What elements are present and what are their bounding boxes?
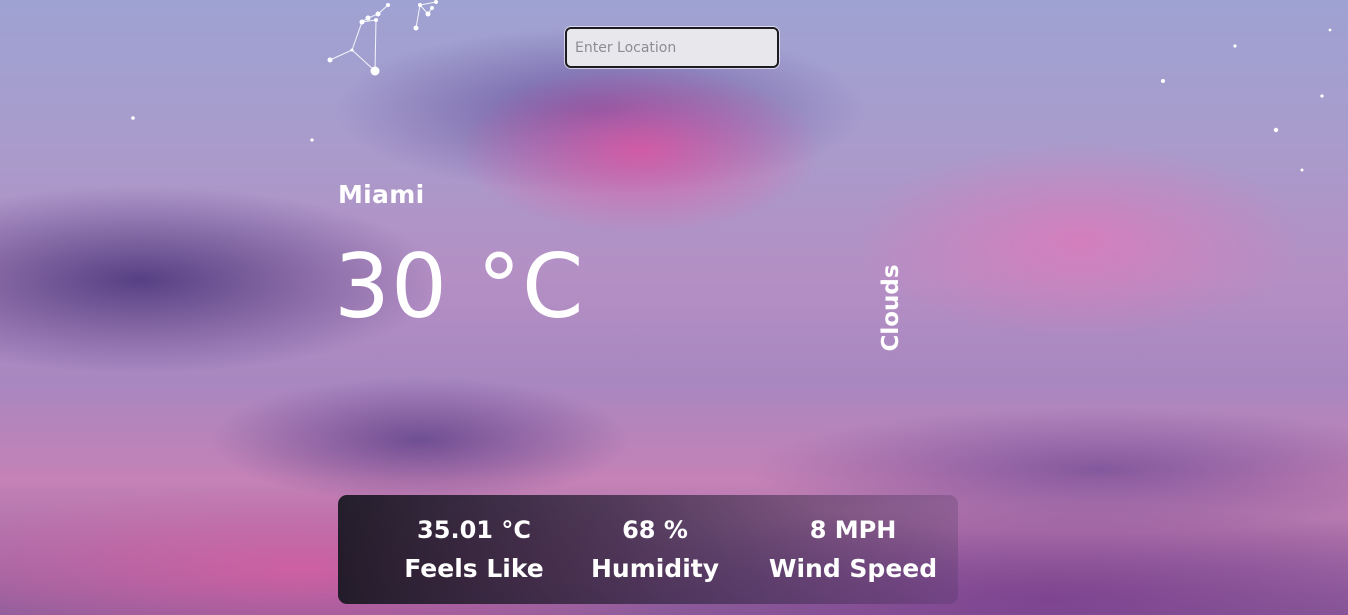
star-icon <box>1300 168 1304 172</box>
feels-like-stat: 35.01 °C Feels Like <box>400 513 548 591</box>
wind-speed-stat: 8 MPH Wind Speed <box>768 513 938 591</box>
wind-speed-value: 8 MPH <box>809 516 897 544</box>
constellation-decoration <box>327 0 438 76</box>
star-icon <box>1273 127 1279 133</box>
humidity-label: Humidity <box>590 554 720 583</box>
humidity-value: 68 % <box>622 516 688 544</box>
star-icon <box>310 138 314 142</box>
star-icon <box>1161 79 1165 83</box>
star-icon <box>1233 44 1237 48</box>
weather-condition: Clouds <box>878 264 904 352</box>
feels-like-value: 35.01 °C <box>417 516 531 544</box>
star-icon <box>1320 94 1324 98</box>
current-temperature: 30 °C <box>334 235 585 338</box>
weather-stats-panel: 35.01 °C Feels Like 68 % Humidity 8 MPH … <box>338 495 958 604</box>
city-name: Miami <box>338 180 425 209</box>
location-search-input[interactable] <box>565 27 779 68</box>
feels-like-label: Feels Like <box>404 554 544 583</box>
star-icon <box>131 116 135 120</box>
star-icon <box>1328 28 1332 32</box>
wind-speed-label: Wind Speed <box>768 554 938 583</box>
humidity-stat: 68 % Humidity <box>590 513 720 591</box>
